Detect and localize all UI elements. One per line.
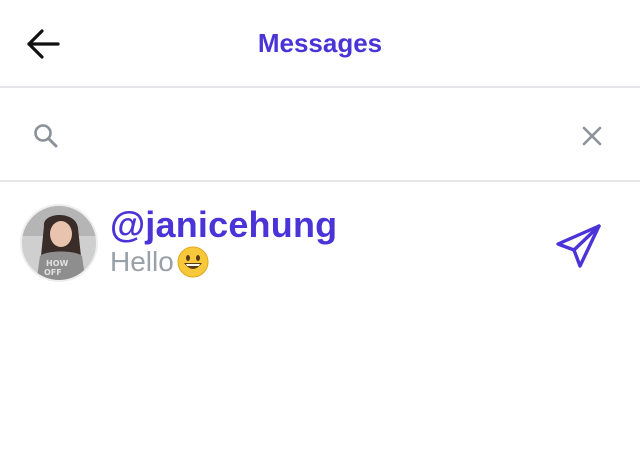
search-icon [34,124,58,148]
svg-text:HOW: HOW [46,259,68,268]
grinning-face-icon [177,246,209,278]
message-preview-text: Hello [110,246,174,277]
conversation-item[interactable]: HOW OFF @janicehung Hello [0,184,640,302]
user-avatar-photo: HOW OFF [22,206,96,280]
conversation-username: @janicehung [110,204,338,245]
page-title: Messages [257,28,383,58]
message-preview: Hello [110,246,209,278]
send-button[interactable] [552,220,604,272]
search-bar [0,90,640,182]
clear-search-button[interactable] [576,120,608,152]
close-icon [582,126,602,146]
search-input[interactable] [76,114,556,158]
app-header: Messages [0,0,640,88]
send-icon [556,224,601,268]
svg-text:OFF: OFF [44,268,62,277]
avatar: HOW OFF [20,204,98,282]
